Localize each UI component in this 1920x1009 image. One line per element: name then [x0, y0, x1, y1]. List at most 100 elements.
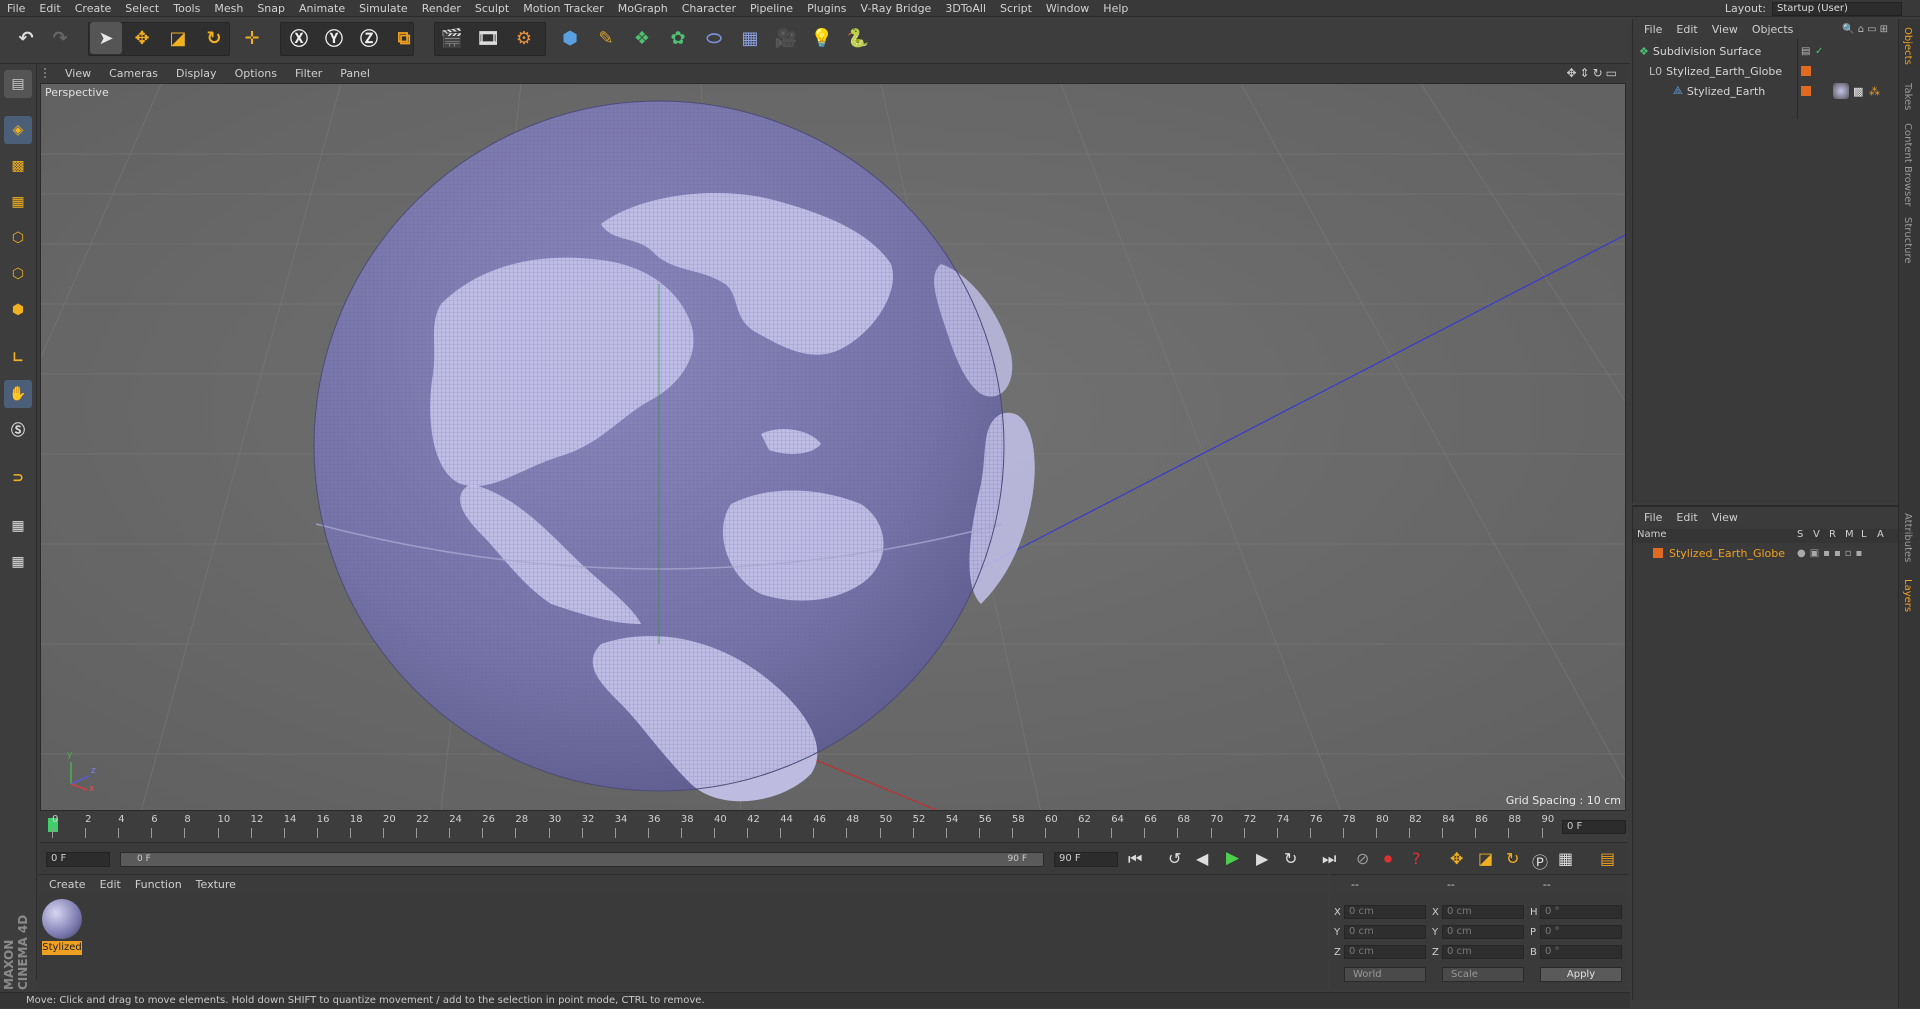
material-menu-texture[interactable]: Texture: [189, 878, 243, 891]
key-rotation-icon[interactable]: ↻: [1506, 849, 1519, 868]
y-axis-icon[interactable]: Ⓨ: [318, 22, 350, 54]
move-tool-icon[interactable]: ✥: [126, 22, 158, 54]
menu-animate[interactable]: Animate: [292, 0, 352, 17]
keyframe-selection-icon[interactable]: ?: [1412, 849, 1421, 868]
layermgr-menu-edit[interactable]: Edit: [1669, 511, 1704, 524]
render-settings-icon[interactable]: ⚙: [508, 22, 540, 54]
menu-select[interactable]: Select: [118, 0, 166, 17]
live-select-icon[interactable]: ✛: [236, 22, 268, 54]
key-pla-icon[interactable]: ▦: [1558, 849, 1573, 868]
menu-tools[interactable]: Tools: [166, 0, 207, 17]
timeline-ruler[interactable]: 0 2 4 6 8 10 12 14 16 18 20 22 24 26 28 30 32 34 36 38 40 42 4…: [40, 812, 1628, 842]
viewport-menu-view[interactable]: View: [56, 67, 100, 80]
menu-help[interactable]: Help: [1096, 0, 1135, 17]
points-mode-icon[interactable]: ⬡: [4, 224, 32, 252]
next-key-icon[interactable]: ↻: [1284, 849, 1297, 868]
texture-tag-icon[interactable]: ▩: [1853, 85, 1863, 98]
objmgr-menu-view[interactable]: View: [1705, 23, 1745, 36]
object-row-subdivision[interactable]: ❖ Subdivision Surface ▤ ✓: [1639, 43, 1889, 59]
render-picture-viewer-icon[interactable]: 🎞: [472, 22, 504, 54]
camera-icon[interactable]: 🎥: [770, 22, 802, 54]
object-row-globe[interactable]: L0 Stylized_Earth_Globe: [1649, 63, 1899, 79]
menu-simulate[interactable]: Simulate: [352, 0, 415, 17]
start-frame-field[interactable]: 0 F: [46, 852, 110, 867]
viewport-menu-cameras[interactable]: Cameras: [100, 67, 167, 80]
apply-button[interactable]: Apply: [1540, 967, 1622, 982]
current-frame-field[interactable]: 0 F: [1562, 820, 1626, 834]
position-x-field[interactable]: 0 cm: [1344, 905, 1426, 919]
layermgr-menu-file[interactable]: File: [1637, 511, 1669, 524]
rotation-p-field[interactable]: 0 °: [1540, 925, 1622, 939]
subdivision-icon[interactable]: ❖: [626, 22, 658, 54]
enabled-check-icon[interactable]: ✓: [1815, 46, 1823, 57]
position-z-field[interactable]: 0 cm: [1344, 945, 1426, 959]
menu-3dtoall[interactable]: 3DToAll: [938, 0, 993, 17]
record-off-icon[interactable]: ⊘: [1356, 849, 1369, 868]
menu-file[interactable]: File: [0, 0, 32, 17]
z-axis-icon[interactable]: Ⓩ: [353, 22, 385, 54]
next-frame-icon[interactable]: ▶: [1256, 849, 1268, 868]
layer-row[interactable]: Stylized_Earth_Globe ●▣▪▪▫▪: [1633, 545, 1899, 561]
coordinate-space-dropdown[interactable]: World: [1344, 967, 1426, 982]
autokey-icon[interactable]: ⏺: [1384, 849, 1392, 869]
tab-objects[interactable]: Objects: [1902, 27, 1913, 65]
size-z-field[interactable]: 0 cm: [1442, 945, 1524, 959]
viewport-navigation-icons[interactable]: ✥⇕↻▭: [1566, 66, 1620, 80]
material-name[interactable]: Stylized: [42, 941, 82, 955]
deformer-icon[interactable]: ⬭: [698, 22, 730, 54]
layermgr-menu-view[interactable]: View: [1705, 511, 1745, 524]
x-axis-icon[interactable]: Ⓧ: [283, 22, 315, 54]
mograph-cloner-icon[interactable]: ✿: [662, 22, 694, 54]
menu-mograph[interactable]: MoGraph: [611, 0, 675, 17]
tab-takes[interactable]: Takes: [1902, 83, 1913, 110]
layer-color-swatch-earth[interactable]: [1801, 86, 1811, 96]
size-y-field[interactable]: 0 cm: [1442, 925, 1524, 939]
viewport-menu-display[interactable]: Display: [167, 67, 226, 80]
layer-color-icon[interactable]: [1653, 548, 1663, 558]
axis-mode-icon[interactable]: ∟: [4, 344, 32, 372]
go-to-start-icon[interactable]: ⏮: [1128, 849, 1142, 869]
key-scale-icon[interactable]: ◪: [1478, 849, 1493, 868]
python-icon[interactable]: 🐍: [842, 22, 874, 54]
play-icon[interactable]: ▶: [1226, 848, 1239, 868]
key-position-icon[interactable]: ✥: [1450, 849, 1463, 868]
menu-snap[interactable]: Snap: [250, 0, 292, 17]
tab-layers[interactable]: Layers: [1902, 579, 1913, 612]
frame-range-slider[interactable]: 0 F 90 F: [120, 852, 1044, 867]
scale-tool-icon[interactable]: ◪: [162, 22, 194, 54]
rotation-b-field[interactable]: 0 °: [1540, 945, 1622, 959]
layer-name[interactable]: Stylized_Earth_Globe: [1669, 547, 1785, 560]
material-swatch[interactable]: Stylized: [42, 899, 82, 955]
objmgr-menu-objects[interactable]: Objects: [1745, 23, 1801, 36]
planar-workplane-icon[interactable]: ▦: [4, 548, 32, 576]
position-y-field[interactable]: 0 cm: [1344, 925, 1426, 939]
key-parameter-icon[interactable]: Ⓟ: [1532, 849, 1548, 873]
menu-script[interactable]: Script: [993, 0, 1039, 17]
timeline-window-icon[interactable]: ▤: [1600, 849, 1615, 868]
select-arrow-icon[interactable]: ➤: [90, 22, 122, 54]
menu-vray-bridge[interactable]: V-Ray Bridge: [853, 0, 938, 17]
texture-mode-icon[interactable]: ▩: [4, 152, 32, 180]
menu-motion-tracker[interactable]: Motion Tracker: [516, 0, 610, 17]
tab-structure[interactable]: Structure: [1902, 217, 1913, 264]
end-frame-field[interactable]: 90 F: [1054, 852, 1118, 867]
material-menu-function[interactable]: Function: [128, 878, 189, 891]
snap-icon[interactable]: Ⓢ: [4, 416, 32, 444]
layout-dropdown[interactable]: Startup (User): [1772, 1, 1902, 16]
viewport-menu-panel[interactable]: Panel: [331, 67, 379, 80]
objmgr-menu-edit[interactable]: Edit: [1669, 23, 1704, 36]
model-mode-icon[interactable]: ◈: [4, 116, 32, 144]
menu-character[interactable]: Character: [675, 0, 743, 17]
menu-mesh[interactable]: Mesh: [207, 0, 250, 17]
menu-plugins[interactable]: Plugins: [800, 0, 853, 17]
menu-render[interactable]: Render: [415, 0, 468, 17]
layer-toggle-icons[interactable]: ●▣▪▪▫▪: [1797, 548, 1866, 559]
menu-window[interactable]: Window: [1039, 0, 1096, 17]
cube-icon[interactable]: ⬢: [554, 22, 586, 54]
workplane-lock-icon[interactable]: ▦: [4, 512, 32, 540]
menu-pipeline[interactable]: Pipeline: [743, 0, 800, 17]
objmgr-tool-icons[interactable]: 🔍⌂▭⊞: [1835, 24, 1898, 35]
light-icon[interactable]: 💡: [806, 22, 838, 54]
material-menu-create[interactable]: Create: [42, 878, 93, 891]
workplane-mode-icon[interactable]: ▦: [4, 188, 32, 216]
